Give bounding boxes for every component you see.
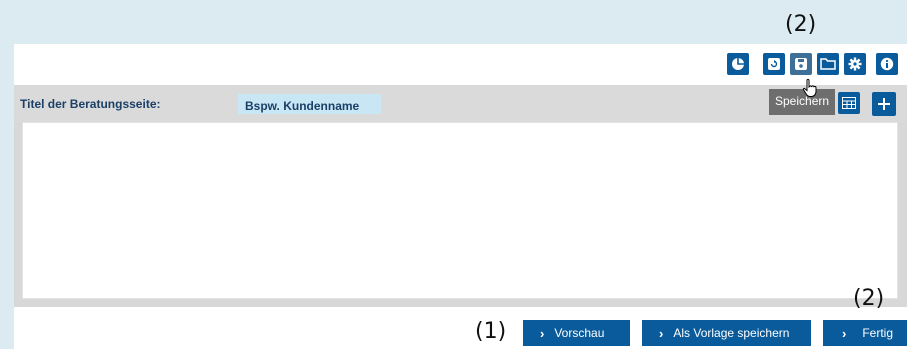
- settings-button[interactable]: [844, 53, 866, 75]
- gear-icon: [848, 57, 862, 71]
- save-icon: [795, 58, 807, 70]
- chevron-right-icon: ›: [659, 325, 664, 341]
- preview-button-label: Vorschau: [554, 326, 605, 340]
- reset-button[interactable]: [763, 53, 785, 75]
- chevron-right-icon: ›: [842, 325, 847, 341]
- content-editor[interactable]: [22, 122, 898, 299]
- folder-button[interactable]: [817, 53, 839, 75]
- table-button[interactable]: [838, 92, 860, 114]
- save-template-button-label: Als Vorlage speichern: [673, 326, 790, 340]
- annotation-fertig: (2): [853, 286, 885, 311]
- title-label: Titel der Beratungsseite:: [20, 97, 161, 111]
- done-button[interactable]: › Fertig: [823, 320, 907, 346]
- pie-chart-icon: [732, 58, 744, 70]
- add-button[interactable]: [872, 92, 896, 116]
- pie-chart-button[interactable]: [727, 53, 749, 75]
- reset-icon: [768, 58, 780, 70]
- plus-icon: [878, 98, 890, 110]
- save-template-button[interactable]: › Als Vorlage speichern: [642, 320, 811, 346]
- chevron-right-icon: ›: [540, 325, 545, 341]
- done-button-label: Fertig: [862, 326, 894, 340]
- annotation-vorschau: (1): [475, 319, 507, 344]
- table-icon: [842, 97, 856, 109]
- preview-button[interactable]: › Vorschau: [523, 320, 630, 346]
- save-button[interactable]: [790, 53, 812, 75]
- hand-cursor-icon: [802, 78, 817, 97]
- folder-icon: [820, 58, 836, 70]
- info-icon: [880, 57, 894, 71]
- info-button[interactable]: [876, 53, 898, 75]
- annotation-toolbar: (2): [785, 12, 817, 37]
- title-input[interactable]: [238, 94, 381, 114]
